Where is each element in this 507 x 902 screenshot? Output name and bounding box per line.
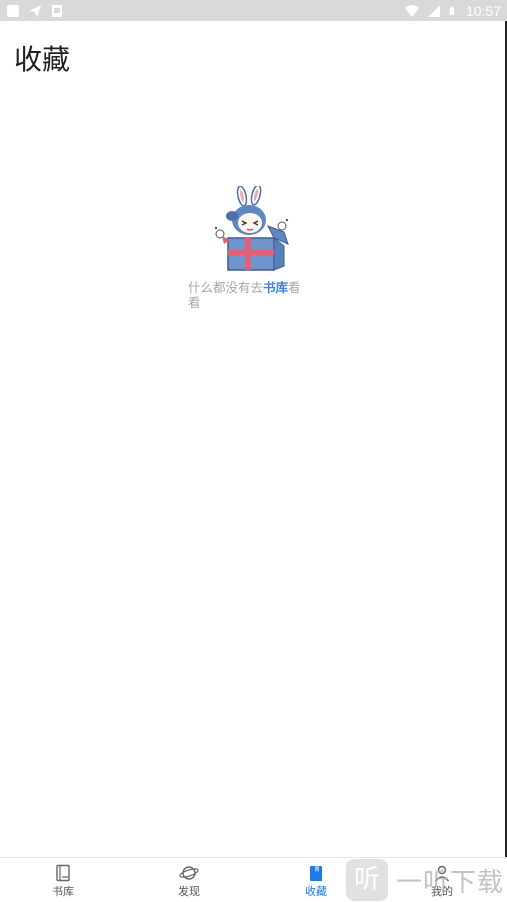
status-bar: 10:57 [0,0,507,21]
library-link[interactable]: 书库 [263,280,288,295]
signal-icon [427,4,440,17]
tab-favorites-label: 收藏 [305,885,327,898]
battery-icon [449,6,455,15]
tab-discover[interactable]: 发现 [159,858,219,902]
tab-mine[interactable]: 我的 [412,858,472,902]
wifi-icon [404,4,419,17]
bottom-tab-bar: 书库 发现 收藏 我的 [0,857,507,902]
empty-state-message: 什么都没有去书库看看 [188,280,313,310]
square-notification-icon [7,4,19,17]
status-bar-right: 10:57 [404,2,501,19]
bunny-girl-in-gift-box-illustration [214,186,289,271]
tab-mine-label: 我的 [431,885,453,898]
tab-library[interactable]: 书库 [33,858,93,902]
tab-discover-label: 发现 [178,885,200,898]
empty-state: 什么都没有去书库看看 [188,186,313,310]
user-icon [434,865,450,882]
tab-library-label: 书库 [52,885,74,898]
image-notification-icon [52,4,62,17]
bookmark-book-icon [310,866,322,881]
send-notification-icon [29,4,41,17]
tab-favorites[interactable]: 收藏 [286,858,346,902]
empty-text-prefix: 什么都没有去 [188,280,264,295]
status-time: 10:57 [465,2,501,19]
book-icon [56,864,70,882]
planet-icon [179,866,199,880]
page-title: 收藏 [14,43,71,76]
status-bar-left [6,4,64,18]
